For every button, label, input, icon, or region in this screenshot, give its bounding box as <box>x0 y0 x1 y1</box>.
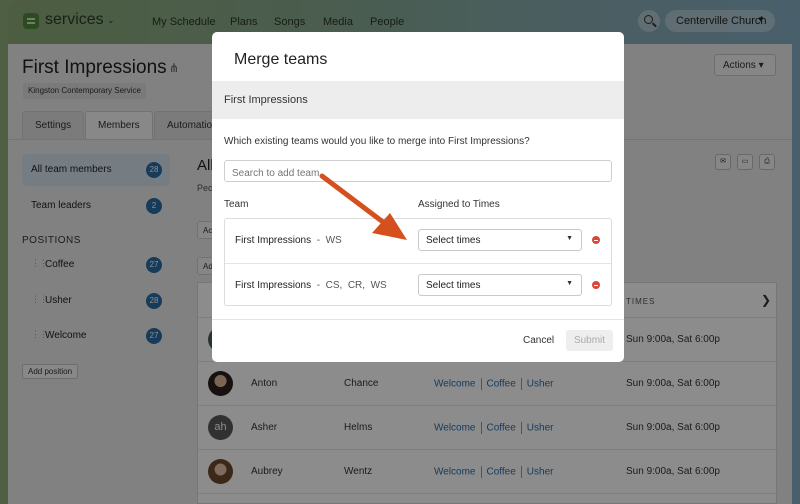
remove-team-icon[interactable] <box>592 281 600 289</box>
target-team-header: First Impressions <box>212 81 624 119</box>
caret-down-icon: ▼ <box>566 280 573 287</box>
dialog-title: Merge teams <box>234 51 328 68</box>
submit-button[interactable]: Submit <box>566 330 613 351</box>
cancel-button[interactable]: Cancel <box>523 335 554 346</box>
select-times-dropdown[interactable]: Select times ▼ <box>418 229 582 251</box>
remove-team-icon[interactable] <box>592 236 600 244</box>
caret-down-icon: ▼ <box>566 235 573 242</box>
team-search-input[interactable] <box>224 160 612 182</box>
team-column-header: Team <box>224 199 249 210</box>
target-team-name: First Impressions <box>224 94 308 106</box>
select-times-dropdown[interactable]: Select times ▼ <box>418 274 582 296</box>
merge-question: Which existing teams would you like to m… <box>224 136 530 147</box>
list-item: First Impressions - CS, CR, WS <box>235 280 387 291</box>
times-column-header: Assigned to Times <box>418 199 500 210</box>
merge-teams-dialog: Merge teams First Impressions Which exis… <box>212 32 624 362</box>
list-item: First Impressions - WS <box>235 235 342 246</box>
teams-to-merge-list: First Impressions - WS Select times ▼ Fi… <box>224 218 612 306</box>
